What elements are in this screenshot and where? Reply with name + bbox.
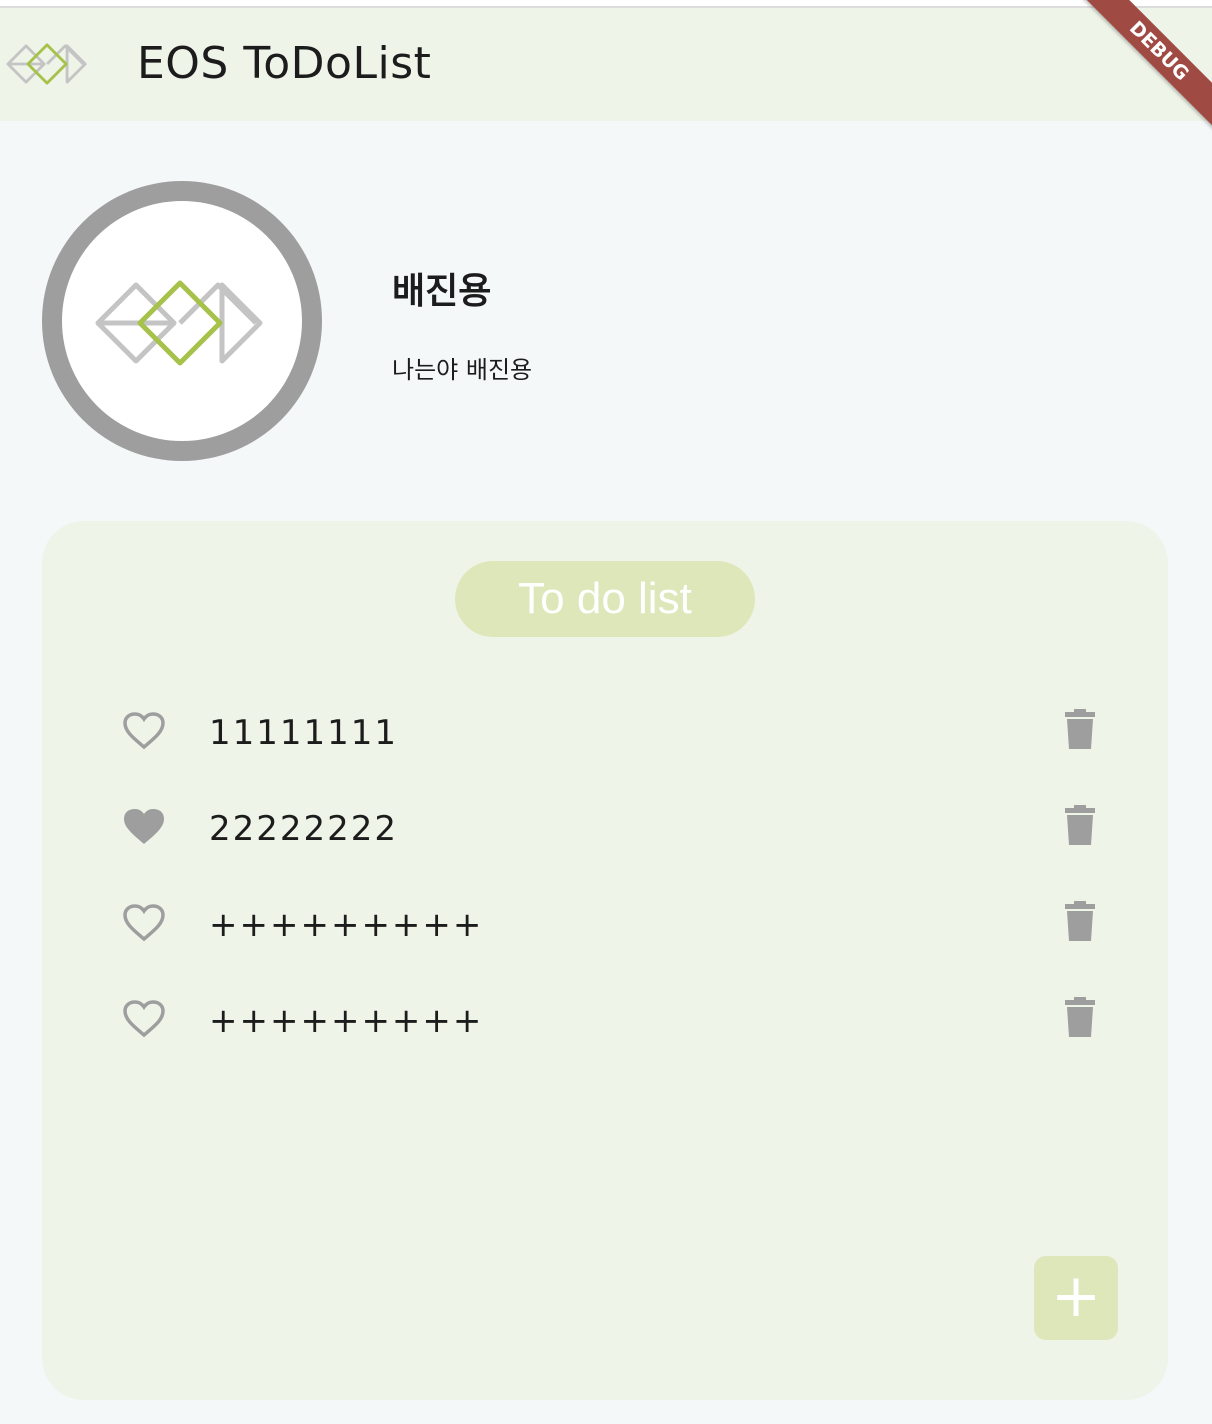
- eos-logo-icon: [6, 43, 87, 85]
- todo-item-text: 11111111: [209, 713, 399, 753]
- profile-name: 배진용: [392, 271, 492, 312]
- todo-item-text: +++++++++: [209, 905, 484, 945]
- profile-bio: 나는야 배진용: [392, 356, 533, 384]
- heart-filled-icon[interactable]: [122, 807, 166, 847]
- trash-icon[interactable]: [1064, 709, 1096, 749]
- todo-item: 22222222: [42, 797, 1168, 857]
- trash-icon[interactable]: [1064, 805, 1096, 845]
- trash-icon[interactable]: [1064, 997, 1096, 1037]
- avatar[interactable]: [42, 181, 322, 461]
- todo-item: +++++++++: [42, 893, 1168, 953]
- todo-item-text: +++++++++: [209, 1001, 484, 1041]
- todo-item: 11111111: [42, 701, 1168, 761]
- todo-list-title: To do list: [455, 561, 755, 637]
- add-todo-button[interactable]: +: [1034, 1256, 1118, 1340]
- avatar-inner: [62, 201, 302, 441]
- heart-outline-icon[interactable]: [122, 711, 166, 751]
- todo-item-text: 22222222: [209, 809, 399, 849]
- app-title: EOS ToDoList: [137, 38, 432, 89]
- todo-item: +++++++++: [42, 989, 1168, 1049]
- todo-card: To do list 11111111 22222222 +++++++++ +: [42, 521, 1168, 1400]
- app-bar: EOS ToDoList: [0, 8, 1212, 121]
- trash-icon[interactable]: [1064, 901, 1096, 941]
- status-line: [0, 0, 1212, 8]
- heart-outline-icon[interactable]: [122, 903, 166, 943]
- eos-logo-icon: [95, 280, 263, 366]
- heart-outline-icon[interactable]: [122, 999, 166, 1039]
